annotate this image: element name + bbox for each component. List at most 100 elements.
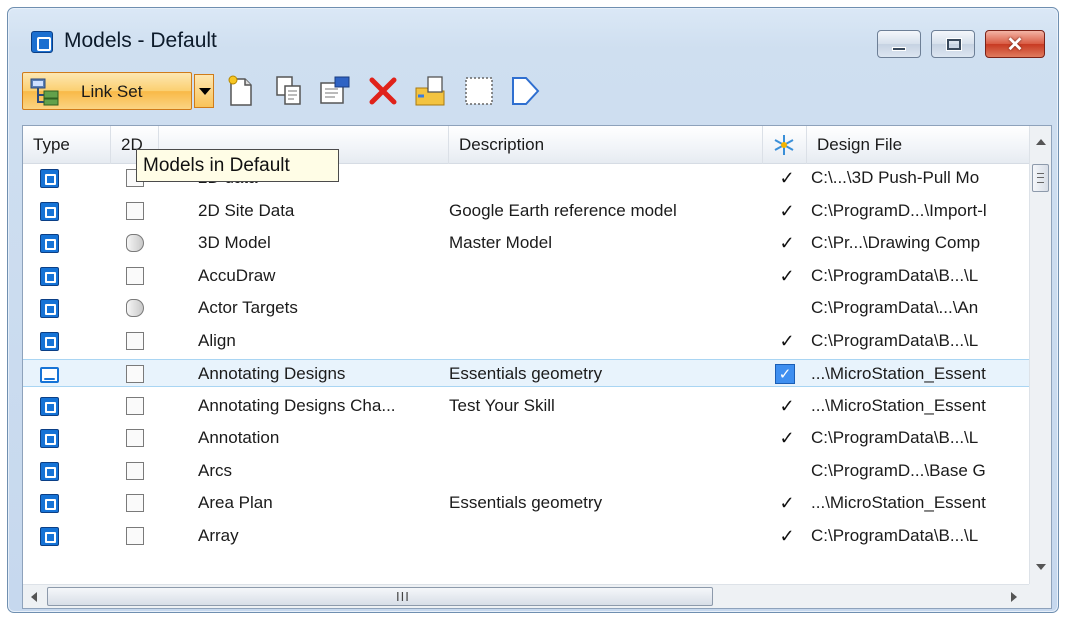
model-2d-icon [126,266,144,285]
table-row[interactable]: Annotation ✓ C:\ProgramData\B...\L [23,424,1029,452]
vertical-scroll-thumb[interactable] [1032,164,1049,192]
column-header-design-file[interactable]: Design File [807,126,1029,164]
table-row[interactable]: AccuDraw ✓ C:\ProgramData\B...\L [23,262,1029,290]
display-check[interactable]: ✓ [773,522,801,550]
model-description: Essentials geometry [449,364,603,383]
display-check[interactable]: ✓ [773,164,801,192]
column-header-type[interactable]: Type [23,126,111,164]
maximize-icon [946,38,962,51]
model-name: AccuDraw [198,265,276,285]
model-2d-icon [126,429,144,447]
horizontal-scrollbar[interactable]: III [23,584,1029,608]
display-check[interactable]: ✓ [773,262,801,290]
select-all-icon[interactable] [462,74,496,108]
model-name: Annotation [198,428,280,447]
display-check[interactable] [773,457,801,485]
table-row[interactable]: Area Plan Essentials geometry ✓ ...\MicroSt… [23,489,1029,517]
design-model-icon [40,266,59,286]
vertical-scrollbar[interactable] [1029,126,1051,584]
model-name: Actor Targets [198,298,298,317]
model-description [449,294,761,322]
model-3d-icon [126,234,144,252]
model-2d-icon [126,331,144,350]
maximize-button[interactable] [931,30,975,58]
new-model-icon[interactable] [224,74,258,108]
design-model-icon [40,331,59,351]
table-row[interactable]: Arcs C:\ProgramD...\Base G [23,457,1029,485]
design-model-icon [40,396,59,416]
design-file-path: C:\ProgramD...\Base G [811,460,986,480]
design-file-path: C:\...\3D Push-Pull Mo [811,168,980,187]
design-model-icon [40,494,59,513]
table-row[interactable]: Annotating Designs Essentials geometry ✓..… [23,359,1029,387]
design-file-path: ...\MicroStation_Essent [811,493,986,512]
link-set-label: Link Set [81,82,143,101]
table-row[interactable]: Array ✓ C:\ProgramData\B...\L [23,522,1029,550]
link-set-button[interactable]: Link Set [22,72,192,110]
model-description [449,327,761,355]
table-row[interactable]: 3D Model Master Model ✓ C:\Pr...\Drawing Co… [23,229,1029,257]
model-description: Test Your Skill [449,395,555,415]
table-row[interactable]: 2D Site Data Google Earth reference model… [23,197,1029,225]
scrollbar-corner [1029,584,1051,608]
design-file-path: ...\MicroStation_Essent [811,364,986,383]
design-file-path: C:\ProgramData\B...\L [811,265,979,285]
toolbar: Link Set [22,66,1052,116]
properties-icon[interactable] [318,74,352,108]
copy-model-icon[interactable] [272,74,306,108]
display-check[interactable]: ✓ [773,392,801,420]
design-file-path: ...\MicroStation_Essent [811,395,986,415]
sheet-model-icon [40,367,59,383]
model-2d-icon [126,526,144,545]
model-description: Essentials geometry [449,493,603,512]
minimize-icon [892,47,906,51]
model-3d-icon [126,299,144,317]
table-row[interactable]: Actor Targets C:\ProgramData\...\An [23,294,1029,322]
design-file-path: C:\ProgramData\B...\L [811,525,979,545]
minimize-button[interactable] [877,30,921,58]
horizontal-scroll-thumb[interactable]: III [47,587,713,606]
model-description [449,262,761,290]
design-model-icon [40,201,59,221]
models-list: Type 2D Description Design File 2D data✓… [22,125,1052,609]
model-description: Master Model [449,233,552,252]
model-2d-icon [126,494,144,512]
import-icon[interactable] [414,74,448,108]
scroll-right-icon[interactable] [1011,592,1017,602]
display-check[interactable]: ✓ [773,489,801,517]
models-app-icon [31,31,53,53]
display-check[interactable]: ✓ [773,229,801,257]
model-name: Arcs [198,460,232,480]
next-icon[interactable] [508,74,542,108]
design-file-path: C:\ProgramData\...\An [811,298,979,317]
design-file-path: C:\ProgramD...\Import-l [811,200,987,220]
model-name: Area Plan [198,493,273,512]
column-header-display[interactable] [763,126,807,164]
model-name: 3D Model [198,233,271,252]
display-check[interactable]: ✓ [773,424,801,452]
model-name: Annotating Designs [198,364,346,383]
display-check[interactable] [773,294,801,322]
design-file-path: C:\ProgramData\B...\L [811,428,979,447]
tooltip: Models in Default [136,149,339,182]
display-check[interactable]: ✓ [773,327,801,355]
scroll-left-icon[interactable] [31,592,37,602]
model-name: Array [198,525,239,545]
table-row[interactable]: Align ✓ C:\ProgramData\B...\L [23,327,1029,355]
design-model-icon [40,429,59,448]
table-row[interactable]: Annotating Designs Cha... Test Your Skill… [23,392,1029,420]
title-bar[interactable]: Models - Default ✕ [8,8,1058,66]
scroll-grip: III [396,589,410,604]
column-header-description[interactable]: Description [449,126,763,164]
scroll-down-icon[interactable] [1036,564,1046,570]
design-model-icon [40,461,59,481]
display-checkbox[interactable]: ✓ [775,364,795,384]
delete-icon[interactable] [366,74,400,108]
close-button[interactable]: ✕ [985,30,1045,58]
display-check[interactable]: ✓ [773,197,801,225]
link-set-icon [30,78,59,106]
scroll-up-icon[interactable] [1036,139,1046,145]
model-description [449,522,761,550]
link-set-dropdown[interactable] [194,74,214,108]
model-description: Google Earth reference model [449,200,677,220]
